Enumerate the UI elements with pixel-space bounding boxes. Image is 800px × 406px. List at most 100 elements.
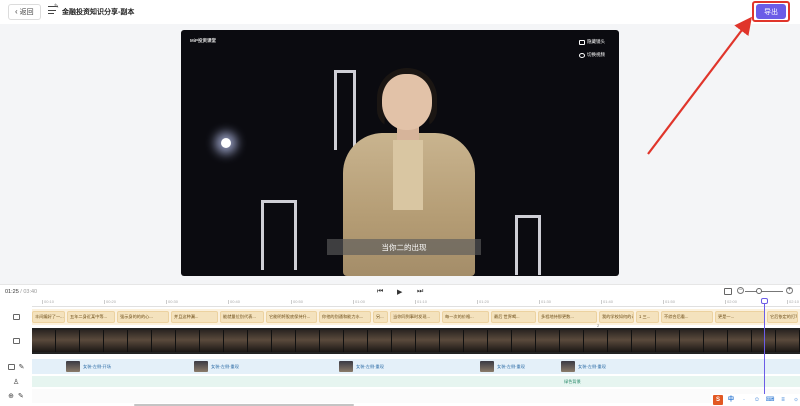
video-thumbnail <box>248 330 272 352</box>
brand-logo: MiP投资课堂 <box>190 38 216 43</box>
video-track[interactable]: 2 <box>32 323 800 354</box>
stage-light <box>221 138 231 148</box>
audio-track[interactable] <box>32 389 800 403</box>
video-thumbnail <box>32 330 56 352</box>
ruler-tick: 01:50 <box>662 299 676 304</box>
avatar-segment-label: 女装-左侧-重现 <box>211 363 239 369</box>
avatar-segment[interactable]: 女装-左侧-重现 <box>339 360 384 373</box>
ime-keyboard-icon[interactable]: ⌨ <box>765 395 775 405</box>
ime-logo-icon[interactable]: S <box>713 395 723 405</box>
ruler-tick: 01:10 <box>414 299 428 304</box>
ruler-tick: 01:20 <box>476 299 490 304</box>
time-ruler[interactable]: 00:10 00:20 00:30 00:40 00:50 01:00 01:10 01:20… <box>32 299 800 307</box>
subtitle-segment[interactable]: 最后 世界喝... <box>491 311 536 323</box>
video-thumbnail <box>632 330 656 352</box>
video-track-header <box>0 328 32 354</box>
camera-icon <box>579 39 585 45</box>
subtitle-track[interactable]: 丰间编好了一... 五年二身近某中等... 强示身的的的心... 并且这种漏... 能就… <box>32 309 800 325</box>
zoom-in-icon[interactable]: + <box>786 287 793 294</box>
ruler-tick: 00:20 <box>103 299 117 304</box>
avatar-thumbnail <box>561 361 575 372</box>
fit-icon[interactable] <box>724 288 732 295</box>
video-thumbnail <box>152 330 176 352</box>
video-thumbnail <box>272 330 296 352</box>
avatar-thumbnail <box>339 361 353 372</box>
switch-video-chip[interactable]: 切换视频 <box>579 52 605 58</box>
ime-language-toggle[interactable]: 中 <box>726 395 736 405</box>
video-thumbnail <box>224 330 248 352</box>
switch-video-label: 切换视频 <box>587 52 605 57</box>
zoom-slider-handle[interactable] <box>756 288 762 294</box>
ruler-tick: 01:00 <box>352 299 366 304</box>
subtitle-segment[interactable]: 能就量位别代表... <box>220 311 264 323</box>
ime-menu-icon[interactable]: ≡ <box>778 395 788 405</box>
video-thumbnail <box>440 330 464 352</box>
video-thumbnail <box>608 330 632 352</box>
subtitle-segment[interactable]: 另... <box>373 311 388 323</box>
subtitle-segment[interactable]: 丰间编好了一... <box>32 311 65 323</box>
subtitle-segment[interactable]: 它能明将股底保持升... <box>266 311 317 323</box>
subtitle-segment[interactable]: 它后依定的打写... <box>767 311 798 323</box>
video-thumbnail <box>176 330 200 352</box>
video-thumbnail <box>560 330 584 352</box>
export-button[interactable]: 导出 <box>756 4 786 19</box>
subtitle-segment[interactable]: 每一次的价格... <box>442 311 489 323</box>
ime-emoji-icon[interactable]: ☺ <box>752 395 762 405</box>
video-thumbnail <box>344 330 368 352</box>
pencil-icon[interactable]: ✎ <box>19 363 25 371</box>
document-title[interactable]: 金融投资知识分享-副本 <box>62 7 134 17</box>
playhead[interactable] <box>764 299 765 406</box>
subtitle-segment[interactable]: 并且这种漏... <box>171 311 218 323</box>
music-track-header: ⊕ ✎ <box>0 389 32 403</box>
video-preview[interactable]: MiP投资课堂 隐藏镜头 切换视频 当你二的出现 <box>181 30 619 276</box>
back-label: 返回 <box>19 9 34 16</box>
segment-marker: 2 <box>597 323 600 328</box>
hide-camera-label: 隐藏镜头 <box>587 39 605 44</box>
avatar-track[interactable]: 女装-左侧-开场 女装-左侧-重现 女装-左侧-重现 女装-左侧-重现 女装-左侧-重现 <box>32 359 800 374</box>
subtitle-caption[interactable]: 当你二的出现 <box>327 239 481 255</box>
ime-skin-icon[interactable]: ☼ <box>791 395 800 405</box>
avatar-thumbnail <box>480 361 494 372</box>
subtitle-segment[interactable]: 更是一... <box>715 311 765 323</box>
avatar-segment[interactable]: 女装-左侧-开场 <box>66 360 111 373</box>
subtitle-segment[interactable]: 我的学校如何的认... <box>599 311 634 323</box>
video-thumbnail <box>416 330 440 352</box>
ruler-tick: 00:30 <box>165 299 179 304</box>
video-thumbnail <box>584 330 608 352</box>
video-track-icon <box>12 338 20 344</box>
play-icon[interactable]: ▶ <box>397 288 402 296</box>
back-button[interactable]: ‹ 返回 <box>8 4 41 20</box>
subtitle-segment[interactable]: 强示身的的的心... <box>117 311 169 323</box>
subtitle-segment[interactable]: 当你同到事时发现... <box>390 311 440 323</box>
pencil-icon[interactable]: ✎ <box>18 392 24 400</box>
avatar-segment[interactable]: 女装-左侧-重现 <box>480 360 525 373</box>
video-thumbnail <box>464 330 488 352</box>
zoom-slider[interactable] <box>745 291 783 292</box>
ime-punctuation-icon[interactable]: · <box>739 395 749 405</box>
video-thumbnail <box>704 330 728 352</box>
text-track-header <box>0 309 32 325</box>
avatar-segment[interactable]: 女装-左侧-重现 <box>561 360 606 373</box>
previous-icon[interactable]: ⏮ <box>377 288 383 296</box>
ruler-tick: 00:40 <box>227 299 241 304</box>
subtitle-segment[interactable]: 1 三... <box>636 311 659 323</box>
ruler-tick: 02:10 <box>786 299 800 304</box>
subtitle-segment[interactable]: 多程地持那更数... <box>538 311 597 323</box>
subtitle-segment[interactable]: 你他的别通和能力水... <box>319 311 371 323</box>
playhead-handle[interactable] <box>761 298 768 304</box>
video-thumbnail <box>776 330 800 352</box>
subtitle-segment[interactable]: 不综合后看... <box>661 311 713 323</box>
next-icon[interactable]: ⏭ <box>417 288 423 296</box>
background-track[interactable]: 绿色背景 <box>32 376 800 387</box>
total-time: / 03:40 <box>20 289 38 295</box>
zoom-out-icon[interactable]: − <box>737 287 744 294</box>
chevron-left-icon: ‹ <box>15 7 18 16</box>
playback-controls: 01:25 / 03:40 ⏮ ▶ ⏭ − + <box>0 285 800 299</box>
avatar-segment-label: 女装-左侧-重现 <box>497 363 525 369</box>
avatar-segment[interactable]: 女装-左侧-重现 <box>194 360 239 373</box>
video-thumbnail <box>728 330 752 352</box>
subtitle-segment[interactable]: 五年二身近某中等... <box>67 311 115 323</box>
hide-camera-chip[interactable]: 隐藏镜头 <box>579 39 605 45</box>
ruler-tick: 00:50 <box>290 299 304 304</box>
add-circle-icon[interactable]: ⊕ <box>8 392 14 400</box>
